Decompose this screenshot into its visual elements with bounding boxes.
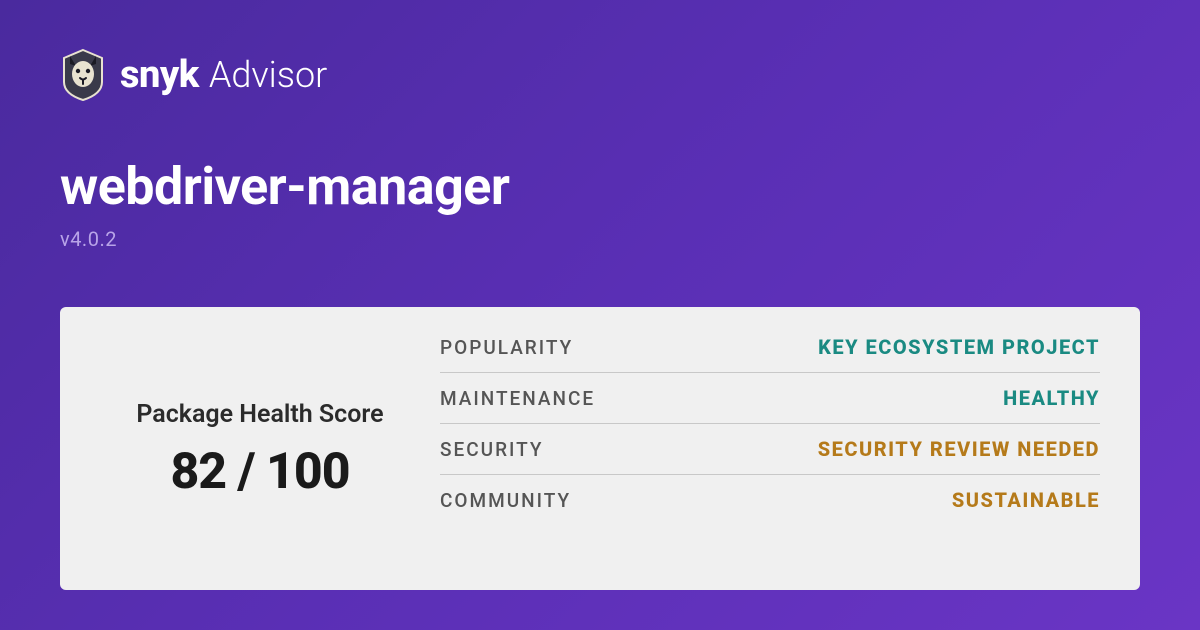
metric-row: POPULARITY KEY ECOSYSTEM PROJECT [440,335,1100,373]
brand: snyk Advisor [120,53,327,97]
health-card: Package Health Score 82 / 100 POPULARITY… [60,307,1140,590]
score-label: Package Health Score [136,400,383,429]
header: snyk Advisor [60,48,1140,102]
metric-label: POPULARITY [440,336,573,359]
metric-row: MAINTENANCE HEALTHY [440,373,1100,424]
metric-value: SECURITY REVIEW NEEDED [818,437,1100,461]
metric-value: SUSTAINABLE [952,488,1100,512]
package-version: v4.0.2 [60,227,1140,251]
metric-value: KEY ECOSYSTEM PROJECT [818,335,1100,359]
metric-label: MAINTENANCE [440,387,595,410]
metric-row: SECURITY SECURITY REVIEW NEEDED [440,424,1100,475]
score-value: 82 / 100 [170,443,349,501]
score-block: Package Health Score 82 / 100 [100,335,440,566]
package-name: webdriver-manager [60,156,1140,217]
metric-value: HEALTHY [1003,386,1100,410]
metric-row: COMMUNITY SUSTAINABLE [440,475,1100,512]
package-block: webdriver-manager v4.0.2 [60,156,1140,251]
metric-label: COMMUNITY [440,489,571,512]
metric-label: SECURITY [440,438,543,461]
metrics-list: POPULARITY KEY ECOSYSTEM PROJECT MAINTEN… [440,335,1100,566]
brand-product: Advisor [209,54,327,96]
snyk-dog-icon [60,48,106,102]
brand-name: snyk [120,53,199,97]
